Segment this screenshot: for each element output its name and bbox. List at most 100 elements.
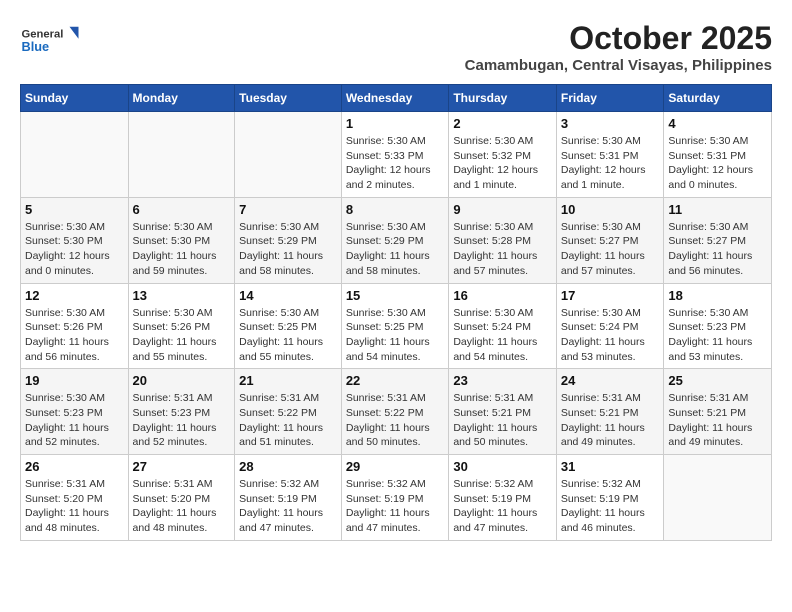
day-info: Sunrise: 5:31 AM Sunset: 5:21 PM Dayligh… bbox=[453, 391, 552, 450]
calendar-cell: 31 Sunrise: 5:32 AM Sunset: 5:19 PM Dayli… bbox=[556, 455, 664, 541]
day-info: Sunrise: 5:30 AM Sunset: 5:33 PM Dayligh… bbox=[346, 134, 445, 193]
calendar-cell: 26 Sunrise: 5:31 AM Sunset: 5:20 PM Dayli… bbox=[21, 455, 129, 541]
day-number: 1 bbox=[346, 116, 445, 131]
location-subtitle: Camambugan, Central Visayas, Philippines bbox=[465, 57, 772, 74]
day-number: 14 bbox=[239, 288, 337, 303]
calendar-cell: 15 Sunrise: 5:30 AM Sunset: 5:25 PM Dayli… bbox=[341, 283, 449, 369]
weekday-header-monday: Monday bbox=[128, 85, 235, 112]
day-info: Sunrise: 5:30 AM Sunset: 5:29 PM Dayligh… bbox=[239, 220, 337, 279]
calendar-cell: 6 Sunrise: 5:30 AM Sunset: 5:30 PM Daylig… bbox=[128, 197, 235, 283]
day-info: Sunrise: 5:30 AM Sunset: 5:24 PM Dayligh… bbox=[561, 306, 660, 365]
day-info: Sunrise: 5:30 AM Sunset: 5:27 PM Dayligh… bbox=[561, 220, 660, 279]
calendar-cell: 29Sunrise: 5:32 AM Sunset: 5:19 PM Dayli… bbox=[341, 455, 449, 541]
day-number: 13 bbox=[133, 288, 231, 303]
day-number: 12 bbox=[25, 288, 124, 303]
calendar-cell: 30Sunrise: 5:32 AM Sunset: 5:19 PM Dayli… bbox=[449, 455, 557, 541]
day-info: Sunrise: 5:30 AM Sunset: 5:32 PM Dayligh… bbox=[453, 134, 552, 193]
day-number: 11 bbox=[668, 202, 767, 217]
day-info: Sunrise: 5:30 AM Sunset: 5:27 PM Dayligh… bbox=[668, 220, 767, 279]
day-number: 21 bbox=[239, 373, 337, 388]
day-info: Sunrise: 5:31 AM Sunset: 5:21 PM Dayligh… bbox=[561, 391, 660, 450]
day-number: 25 bbox=[668, 373, 767, 388]
day-number: 7 bbox=[239, 202, 337, 217]
month-year-title: October 2025 bbox=[465, 20, 772, 57]
day-number: 19 bbox=[25, 373, 124, 388]
day-info: Sunrise: 5:30 AM Sunset: 5:25 PM Dayligh… bbox=[346, 306, 445, 365]
calendar-cell: 4Sunrise: 5:30 AM Sunset: 5:31 PM Daylig… bbox=[664, 112, 772, 198]
day-info: Sunrise: 5:32 AM Sunset: 5:19 PM Dayligh… bbox=[239, 477, 337, 536]
calendar-cell: 19 Sunrise: 5:30 AM Sunset: 5:23 PM Dayli… bbox=[21, 369, 129, 455]
day-info: Sunrise: 5:30 AM Sunset: 5:29 PM Dayligh… bbox=[346, 220, 445, 279]
calendar-table: SundayMondayTuesdayWednesdayThursdayFrid… bbox=[20, 84, 772, 541]
logo: General Blue bbox=[20, 20, 80, 65]
calendar-cell: 23 Sunrise: 5:31 AM Sunset: 5:21 PM Dayli… bbox=[449, 369, 557, 455]
day-number: 4 bbox=[668, 116, 767, 131]
day-number: 3 bbox=[561, 116, 660, 131]
day-info: Sunrise: 5:31 AM Sunset: 5:22 PM Dayligh… bbox=[239, 391, 337, 450]
weekday-header-saturday: Saturday bbox=[664, 85, 772, 112]
calendar-cell: 5Sunrise: 5:30 AM Sunset: 5:30 PM Daylig… bbox=[21, 197, 129, 283]
weekday-header-tuesday: Tuesday bbox=[235, 85, 342, 112]
day-number: 10 bbox=[561, 202, 660, 217]
day-info: Sunrise: 5:32 AM Sunset: 5:19 PM Dayligh… bbox=[561, 477, 660, 536]
svg-text:Blue: Blue bbox=[22, 39, 50, 54]
calendar-week-2: 5 Sunrise: 5:30 AM Sunset: 5:30 PM Daylig… bbox=[21, 197, 772, 283]
calendar-cell: 16 Sunrise: 5:30 AM Sunset: 5:24 PM Dayli… bbox=[449, 283, 557, 369]
calendar-cell: 13 Sunrise: 5:30 AM Sunset: 5:26 PM Dayli… bbox=[128, 283, 235, 369]
day-number: 22 bbox=[346, 373, 445, 388]
day-info: Sunrise: 5:31 AM Sunset: 5:20 PM Dayligh… bbox=[25, 477, 124, 536]
calendar-cell: 18Sunrise: 5:30 AM Sunset: 5:23 PM Dayli… bbox=[664, 283, 772, 369]
calendar-cell bbox=[128, 112, 235, 198]
calendar-cell: 25Sunrise: 5:31 AM Sunset: 5:21 PM Dayli… bbox=[664, 369, 772, 455]
day-info: Sunrise: 5:32 AM Sunset: 5:19 PM Dayligh… bbox=[346, 477, 445, 536]
calendar-cell: 28Sunrise: 5:32 AM Sunset: 5:19 PM Dayli… bbox=[235, 455, 342, 541]
day-info: Sunrise: 5:30 AM Sunset: 5:31 PM Dayligh… bbox=[561, 134, 660, 193]
day-info: Sunrise: 5:30 AM Sunset: 5:26 PM Dayligh… bbox=[25, 306, 124, 365]
weekday-header-thursday: Thursday bbox=[449, 85, 557, 112]
day-number: 23 bbox=[453, 373, 552, 388]
day-number: 27 bbox=[133, 459, 231, 474]
day-info: Sunrise: 5:30 AM Sunset: 5:24 PM Dayligh… bbox=[453, 306, 552, 365]
day-info: Sunrise: 5:31 AM Sunset: 5:23 PM Dayligh… bbox=[133, 391, 231, 450]
day-number: 18 bbox=[668, 288, 767, 303]
day-number: 26 bbox=[25, 459, 124, 474]
calendar-cell: 8Sunrise: 5:30 AM Sunset: 5:29 PM Daylig… bbox=[341, 197, 449, 283]
day-info: Sunrise: 5:30 AM Sunset: 5:28 PM Dayligh… bbox=[453, 220, 552, 279]
day-number: 24 bbox=[561, 373, 660, 388]
calendar-cell: 21 Sunrise: 5:31 AM Sunset: 5:22 PM Dayli… bbox=[235, 369, 342, 455]
calendar-cell: 1 Sunrise: 5:30 AM Sunset: 5:33 PM Daylig… bbox=[341, 112, 449, 198]
day-info: Sunrise: 5:32 AM Sunset: 5:19 PM Dayligh… bbox=[453, 477, 552, 536]
day-info: Sunrise: 5:30 AM Sunset: 5:26 PM Dayligh… bbox=[133, 306, 231, 365]
day-info: Sunrise: 5:30 AM Sunset: 5:30 PM Dayligh… bbox=[133, 220, 231, 279]
day-number: 31 bbox=[561, 459, 660, 474]
calendar-week-1: 1 Sunrise: 5:30 AM Sunset: 5:33 PM Daylig… bbox=[21, 112, 772, 198]
calendar-cell: 2 Sunrise: 5:30 AM Sunset: 5:32 PM Daylig… bbox=[449, 112, 557, 198]
calendar-cell: 7 Sunrise: 5:30 AM Sunset: 5:29 PM Daylig… bbox=[235, 197, 342, 283]
day-number: 20 bbox=[133, 373, 231, 388]
calendar-cell: 14 Sunrise: 5:30 AM Sunset: 5:25 PM Dayli… bbox=[235, 283, 342, 369]
day-number: 6 bbox=[133, 202, 231, 217]
calendar-cell: 10 Sunrise: 5:30 AM Sunset: 5:27 PM Dayli… bbox=[556, 197, 664, 283]
calendar-cell: 20 Sunrise: 5:31 AM Sunset: 5:23 PM Dayli… bbox=[128, 369, 235, 455]
day-info: Sunrise: 5:30 AM Sunset: 5:23 PM Dayligh… bbox=[25, 391, 124, 450]
day-number: 16 bbox=[453, 288, 552, 303]
calendar-cell bbox=[235, 112, 342, 198]
day-info: Sunrise: 5:31 AM Sunset: 5:20 PM Dayligh… bbox=[133, 477, 231, 536]
calendar-week-4: 19 Sunrise: 5:30 AM Sunset: 5:23 PM Dayli… bbox=[21, 369, 772, 455]
calendar-cell: 11 Sunrise: 5:30 AM Sunset: 5:27 PM Dayli… bbox=[664, 197, 772, 283]
day-number: 9 bbox=[453, 202, 552, 217]
calendar-cell: 22Sunrise: 5:31 AM Sunset: 5:22 PM Dayli… bbox=[341, 369, 449, 455]
day-number: 5 bbox=[25, 202, 124, 217]
calendar-week-5: 26 Sunrise: 5:31 AM Sunset: 5:20 PM Dayli… bbox=[21, 455, 772, 541]
calendar-cell: 17Sunrise: 5:30 AM Sunset: 5:24 PM Dayli… bbox=[556, 283, 664, 369]
day-number: 2 bbox=[453, 116, 552, 131]
weekday-header-sunday: Sunday bbox=[21, 85, 129, 112]
calendar-cell: 12 Sunrise: 5:30 AM Sunset: 5:26 PM Dayli… bbox=[21, 283, 129, 369]
calendar-cell: 24 Sunrise: 5:31 AM Sunset: 5:21 PM Dayli… bbox=[556, 369, 664, 455]
calendar-cell: 27 Sunrise: 5:31 AM Sunset: 5:20 PM Dayli… bbox=[128, 455, 235, 541]
page-header: General Blue October 2025 Camambugan, Ce… bbox=[20, 20, 772, 74]
day-number: 15 bbox=[346, 288, 445, 303]
day-info: Sunrise: 5:30 AM Sunset: 5:25 PM Dayligh… bbox=[239, 306, 337, 365]
title-block: October 2025 Camambugan, Central Visayas… bbox=[465, 20, 772, 74]
calendar-week-3: 12 Sunrise: 5:30 AM Sunset: 5:26 PM Dayli… bbox=[21, 283, 772, 369]
